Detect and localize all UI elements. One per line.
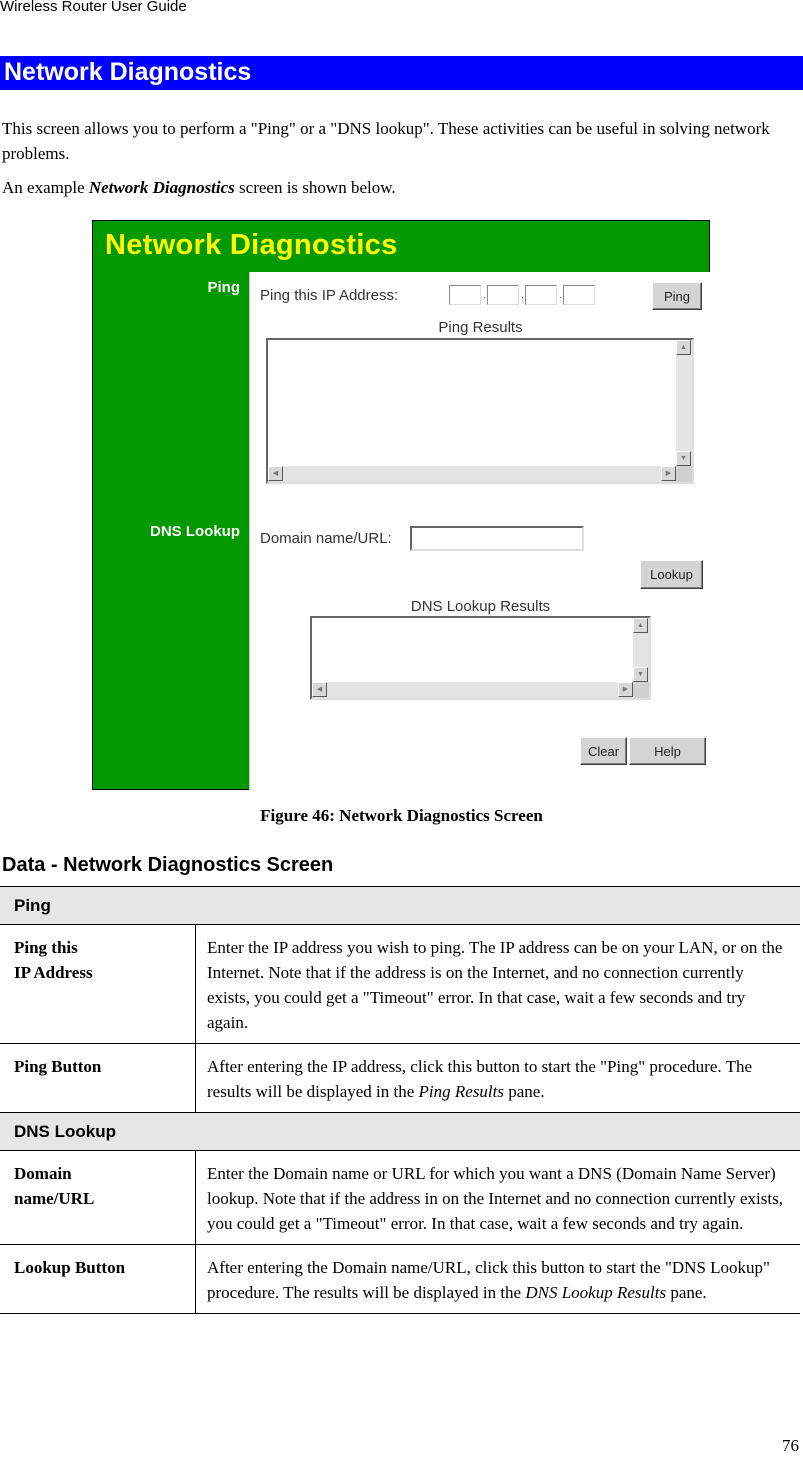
intro-example-suffix: screen is shown below. xyxy=(234,178,396,197)
help-button[interactable]: Help xyxy=(629,737,706,765)
scroll-down-icon[interactable]: ▼ xyxy=(633,667,648,682)
network-diagnostics-screenshot: Network Diagnostics Ping DNS Lookup Ping… xyxy=(92,220,711,790)
row-term: Ping this IP Address xyxy=(0,924,196,1044)
group-title-dns-lookup: DNS Lookup xyxy=(0,1112,800,1151)
row-description: Enter the IP address you wish to ping. T… xyxy=(195,924,800,1044)
ip-octet-1-input[interactable] xyxy=(449,285,481,305)
table-row: Ping this IP Address Enter the IP address… xyxy=(0,924,800,1044)
row-description: After entering the Domain name/URL, clic… xyxy=(195,1244,800,1314)
scroll-up-icon[interactable]: ▲ xyxy=(676,340,691,355)
desc-text: pane. xyxy=(666,1283,707,1302)
running-header: Wireless Router User Guide xyxy=(0,0,187,15)
ping-results-textarea[interactable]: ▲ ▼ ◀ ▶ xyxy=(266,338,694,484)
scroll-right-icon[interactable]: ▶ xyxy=(661,466,676,481)
data-heading: Data - Network Diagnostics Screen xyxy=(2,854,334,876)
table-row: Domain name/URL Enter the Domain name or … xyxy=(0,1150,800,1245)
screenshot-title: Network Diagnostics xyxy=(105,229,398,261)
ip-octet-3-input[interactable] xyxy=(525,285,557,305)
vertical-scrollbar[interactable]: ▲ ▼ xyxy=(676,340,692,466)
data-table: Ping Ping this IP Address Enter the IP ad… xyxy=(0,886,800,1314)
row-description: After entering the IP address, click thi… xyxy=(195,1043,800,1113)
table-group-header: Ping xyxy=(0,886,800,925)
side-label-ping: Ping xyxy=(207,279,241,296)
scroll-left-icon[interactable]: ◀ xyxy=(268,466,283,481)
scroll-up-icon[interactable]: ▲ xyxy=(633,618,648,633)
table-row: Lookup Button After entering the Domain … xyxy=(0,1244,800,1314)
scroll-down-icon[interactable]: ▼ xyxy=(676,451,691,466)
row-term: Lookup Button xyxy=(0,1244,196,1314)
row-description: Enter the Domain name or URL for which y… xyxy=(195,1150,800,1245)
group-title-ping: Ping xyxy=(0,886,800,925)
page-number: 76 xyxy=(782,1436,799,1455)
domain-name-input[interactable] xyxy=(410,526,584,551)
table-group-header: DNS Lookup xyxy=(0,1112,800,1151)
horizontal-scrollbar[interactable]: ◀ ▶ xyxy=(312,682,633,698)
ping-ip-label: Ping this IP Address: xyxy=(260,287,399,304)
side-label-dns-lookup: DNS Lookup xyxy=(150,523,240,540)
domain-name-label: Domain name/URL: xyxy=(260,530,392,547)
ip-separator: . xyxy=(559,290,562,301)
term-line: Ping this xyxy=(14,938,78,957)
section-banner: Network Diagnostics xyxy=(0,56,803,90)
ping-button[interactable]: Ping xyxy=(652,282,702,310)
dns-results-label: DNS Lookup Results xyxy=(410,598,551,615)
table-row: Ping Button After entering the IP addres… xyxy=(0,1043,800,1113)
horizontal-scrollbar[interactable]: ◀ ▶ xyxy=(268,466,676,482)
intro-paragraph: This screen allows you to perform a "Pin… xyxy=(2,119,770,163)
ip-octet-2-input[interactable] xyxy=(487,285,519,305)
clear-button[interactable]: Clear xyxy=(580,737,627,765)
lookup-button[interactable]: Lookup xyxy=(640,560,703,589)
intro-example-emphasis: Network Diagnostics xyxy=(88,178,235,197)
scrollbar-corner xyxy=(633,682,649,698)
desc-emphasis: Ping Results xyxy=(418,1082,504,1101)
row-term: Domain name/URL xyxy=(0,1150,196,1245)
vertical-scrollbar[interactable]: ▲ ▼ xyxy=(633,618,649,682)
ip-separator: . xyxy=(521,290,524,301)
dns-results-textarea[interactable]: ▲ ▼ ◀ ▶ xyxy=(310,616,651,700)
ip-separator: . xyxy=(483,290,486,301)
desc-text: pane. xyxy=(504,1082,545,1101)
term-line: IP Address xyxy=(14,963,93,982)
intro-example-line: An example Network Diagnostics screen is… xyxy=(2,178,396,198)
figure-caption: Figure 46: Network Diagnostics Screen xyxy=(260,806,543,825)
section-title: Network Diagnostics xyxy=(4,58,252,86)
screenshot-content-panel: Ping this IP Address: . . . Ping Ping Re… xyxy=(249,272,711,790)
ping-results-label: Ping Results xyxy=(438,319,523,336)
scroll-left-icon[interactable]: ◀ xyxy=(312,682,327,697)
scroll-right-icon[interactable]: ▶ xyxy=(618,682,633,697)
intro-example-prefix: An example xyxy=(2,178,89,197)
ip-octet-4-input[interactable] xyxy=(563,285,595,305)
row-term: Ping Button xyxy=(0,1043,196,1113)
scrollbar-corner xyxy=(676,466,692,482)
desc-emphasis: DNS Lookup Results xyxy=(525,1283,667,1302)
term-line: Domain xyxy=(14,1164,72,1183)
term-line: name/URL xyxy=(14,1189,95,1208)
